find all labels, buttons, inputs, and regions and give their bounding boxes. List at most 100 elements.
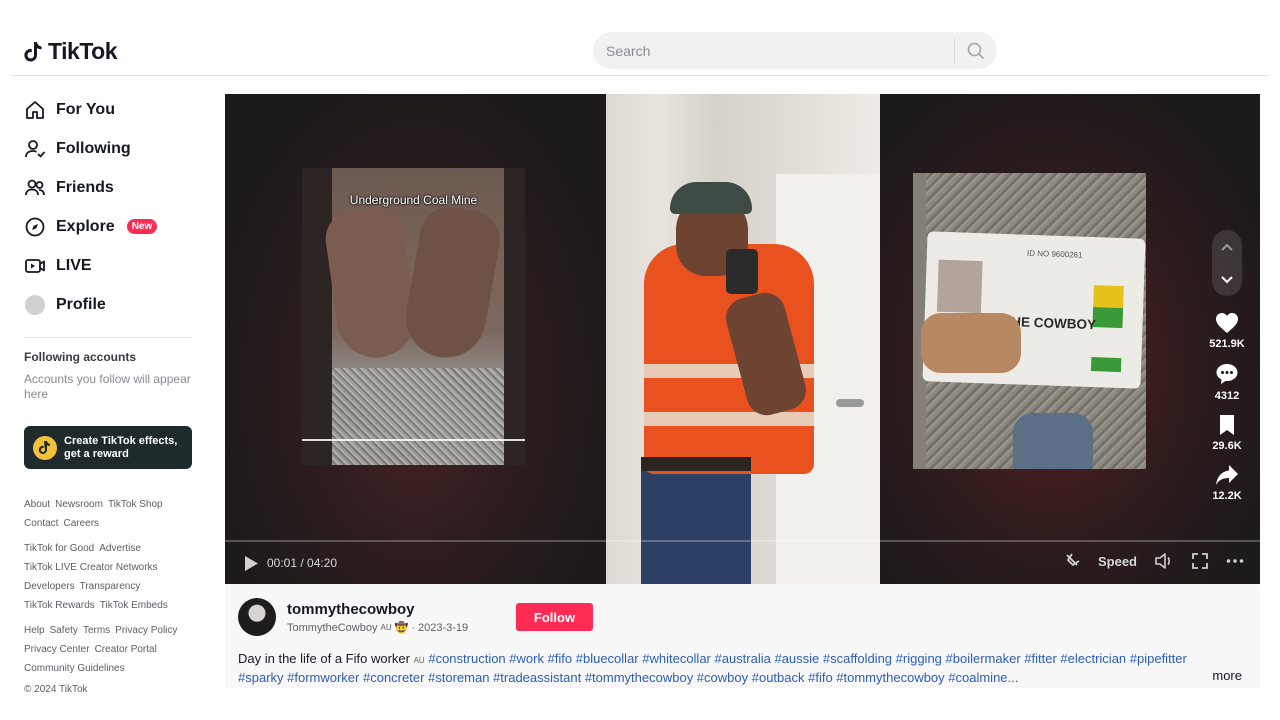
id-number: ID NO 9600261 [1026, 248, 1083, 260]
footer-links: About Newsroom TikTok Shop Contact Caree… [24, 495, 192, 695]
follow-button[interactable]: Follow [516, 603, 593, 631]
id-photo [936, 259, 983, 314]
nav-label: For You [56, 100, 115, 118]
home-icon [24, 99, 46, 121]
sidebar: For You Following Friends Explore New LI… [24, 90, 192, 695]
tiktok-logo[interactable]: TikTok [24, 38, 118, 65]
reflective-stripe [644, 412, 814, 426]
bookmark-icon [1219, 415, 1234, 435]
nav-label: Profile [56, 295, 106, 313]
search-button[interactable] [955, 32, 997, 69]
footer-link[interactable]: Developers [24, 577, 75, 596]
footer-link[interactable]: Creator Portal [95, 640, 157, 659]
like-count: 521.9K [1209, 338, 1245, 350]
like-action[interactable]: 521.9K [1209, 312, 1245, 350]
inset-video-hands: Underground Coal Mine [302, 168, 525, 465]
author-username[interactable]: tommythecowboy [287, 601, 415, 618]
new-badge: New [126, 219, 158, 234]
footer-link[interactable]: Newsroom [55, 495, 103, 514]
shoe [1013, 413, 1093, 469]
tiktok-note-icon [24, 41, 42, 61]
card-stripe-yellow [1093, 285, 1124, 309]
video-nav-pill [1212, 230, 1242, 296]
footer-link[interactable]: Contact [24, 514, 58, 533]
nav-label: LIVE [56, 256, 92, 274]
live-icon [24, 255, 46, 277]
share-action[interactable]: 12.2K [1212, 464, 1242, 502]
chevron-up-icon[interactable] [1220, 242, 1234, 252]
sidebar-divider [24, 337, 192, 338]
search-icon [967, 42, 985, 59]
volume-icon[interactable] [1154, 552, 1174, 570]
friends-icon [24, 177, 46, 199]
comment-icon [1216, 364, 1238, 384]
effects-line2: get a reward [64, 447, 129, 460]
cap [670, 182, 752, 214]
author-avatar[interactable] [238, 598, 276, 636]
create-effects-button[interactable]: Create TikTok effects, get a reward [24, 426, 192, 469]
footer-link[interactable]: TikTok Shop [108, 495, 163, 514]
card-stripe-green [1092, 307, 1124, 329]
footer-link[interactable]: TikTok Rewards [24, 596, 95, 615]
footer-link[interactable]: About [24, 495, 50, 514]
video-player[interactable]: Underground Coal Mine ID NO 9600261 TOMM… [225, 94, 1260, 584]
footer-link[interactable]: Privacy Center [24, 640, 90, 659]
header-divider [12, 75, 1268, 76]
nav-explore[interactable]: Explore New [24, 207, 192, 246]
search-input[interactable] [593, 42, 954, 59]
following-accounts-title: Following accounts [24, 350, 137, 364]
effects-text: Create TikTok effects, get a reward [64, 435, 177, 461]
footer-link[interactable]: Community Guidelines [24, 659, 125, 678]
footer-link[interactable]: Privacy Policy [115, 621, 177, 640]
action-bar: 521.9K 4312 29.6K 12.2K [1205, 230, 1249, 514]
inset-video-id-card: ID NO 9600261 TOMMY THE COWBOY ner [913, 173, 1146, 469]
video-progress-bar[interactable] [225, 540, 1260, 542]
nav-profile[interactable]: Profile [24, 285, 192, 324]
footer-link[interactable]: Help [24, 621, 45, 640]
nav-label: Explore [56, 217, 115, 235]
jeans [641, 464, 751, 584]
save-action[interactable]: 29.6K [1212, 414, 1242, 452]
footer-link[interactable]: Terms [83, 621, 110, 640]
chevron-down-icon[interactable] [1220, 275, 1234, 285]
share-count: 12.2K [1212, 490, 1242, 502]
footer-link[interactable]: Safety [50, 621, 78, 640]
gravel-floor [332, 368, 504, 465]
belt [641, 457, 751, 471]
author-country-tag: AU [380, 623, 392, 632]
logo-text: TikTok [48, 38, 118, 64]
phone [726, 249, 758, 294]
card-stripe-green [1090, 357, 1122, 373]
following-accounts-subtitle: Accounts you follow will appear here [24, 372, 191, 401]
copyright: © 2024 TikTok [24, 684, 88, 695]
author-display-name[interactable]: TommytheCowboy [287, 622, 377, 634]
footer-link[interactable]: TikTok for Good [24, 539, 94, 558]
comment-action[interactable]: 4312 [1215, 362, 1239, 402]
footer-group-2: TikTok for Good Advertise TikTok LIVE Cr… [24, 539, 192, 615]
header: TikTok [0, 0, 1280, 76]
nav-friends[interactable]: Friends [24, 168, 192, 207]
video-time: 00:01 / 04:20 [267, 556, 338, 570]
nav-live[interactable]: LIVE [24, 246, 192, 285]
heart-icon [1215, 313, 1238, 333]
fullscreen-icon[interactable] [1191, 552, 1209, 570]
meta-separator: · [411, 621, 415, 634]
nav-following[interactable]: Following [24, 129, 192, 168]
nav-label: Following [56, 139, 131, 157]
play-button[interactable] [243, 555, 259, 577]
footer-link[interactable]: Advertise [99, 539, 141, 558]
speed-button[interactable]: Speed [1098, 554, 1137, 569]
footer-link[interactable]: Careers [63, 514, 99, 533]
inset-caption: Underground Coal Mine [349, 193, 478, 207]
nav-for-you[interactable]: For You [24, 90, 192, 129]
nav-label: Friends [56, 178, 114, 196]
footer-link[interactable]: TikTok LIVE Creator Networks [24, 558, 158, 577]
search-bar [593, 32, 997, 69]
floating-player-icon[interactable] [1063, 552, 1081, 570]
more-button[interactable]: more [1212, 668, 1242, 683]
footer-link[interactable]: Transparency [80, 577, 141, 596]
more-options-icon[interactable] [1226, 558, 1244, 564]
footer-link[interactable]: TikTok Embeds [100, 596, 168, 615]
description-text: Day in the life of a Fifo worker [238, 651, 410, 666]
main-video-frame [606, 94, 880, 584]
